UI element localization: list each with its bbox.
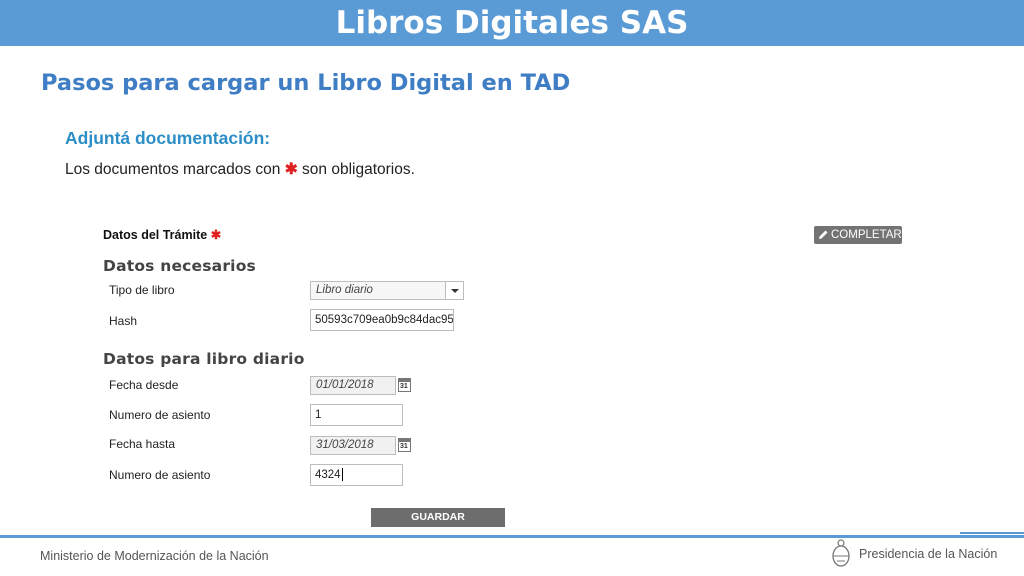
dropdown-arrow-icon[interactable]: [445, 282, 463, 299]
asiento-hasta-input[interactable]: 4324: [310, 464, 403, 486]
completar-button[interactable]: COMPLETAR: [814, 226, 902, 244]
coat-of-arms-icon: [832, 539, 850, 567]
slide-title: Libros Digitales SAS: [335, 5, 689, 41]
calendar-icon[interactable]: 31: [398, 438, 411, 452]
slide-subtitle: Pasos para cargar un Libro Digital en TA…: [41, 70, 571, 96]
asiento-desde-label: Numero de asiento: [109, 408, 211, 422]
footer-divider: [0, 535, 1024, 538]
group-heading-required: Datos necesarios: [103, 257, 256, 275]
mandatory-note: Los documentos marcados con ✱ son obliga…: [65, 159, 415, 181]
form-heading: Adjuntá documentación:: [65, 128, 271, 148]
asiento-hasta-value: 4324: [315, 469, 341, 481]
footer-divider-accent: [960, 532, 1024, 534]
asiento-hasta-label: Numero de asiento: [109, 468, 211, 482]
guardar-button[interactable]: GUARDAR: [371, 508, 505, 527]
fecha-hasta-input[interactable]: 31/03/2018: [310, 436, 396, 455]
fecha-hasta-label: Fecha hasta: [109, 437, 176, 451]
step-label: Datos del Trámite ✱: [103, 227, 221, 243]
hash-label: Hash: [109, 314, 138, 328]
hash-input[interactable]: 50593c709ea0b9c84dac95e: [310, 309, 454, 331]
calendar-icon[interactable]: 31: [398, 378, 411, 392]
footer-ministry: Ministerio de Modernización de la Nación: [40, 549, 269, 563]
note-prefix: Los documentos marcados con: [65, 161, 281, 178]
text-caret: [341, 468, 343, 482]
fecha-desde-input[interactable]: 01/01/2018: [310, 376, 396, 395]
required-star-icon: ✱: [210, 228, 222, 242]
asiento-desde-input[interactable]: 1: [310, 404, 403, 426]
footer-presidency: Presidencia de la Nación: [859, 547, 998, 561]
tipo-libro-label: Tipo de libro: [109, 283, 175, 297]
completar-label: COMPLETAR: [831, 229, 902, 241]
fecha-desde-label: Fecha desde: [109, 378, 179, 392]
note-suffix: son obligatorios.: [302, 161, 415, 178]
tipo-libro-select[interactable]: Libro diario: [310, 281, 464, 300]
group-heading-journal: Datos para libro diario: [103, 350, 305, 368]
required-star-icon: ✱: [284, 161, 298, 178]
step-label-text: Datos del Trámite: [103, 228, 208, 242]
tipo-libro-value: Libro diario: [316, 284, 373, 296]
pencil-icon: [819, 230, 828, 239]
